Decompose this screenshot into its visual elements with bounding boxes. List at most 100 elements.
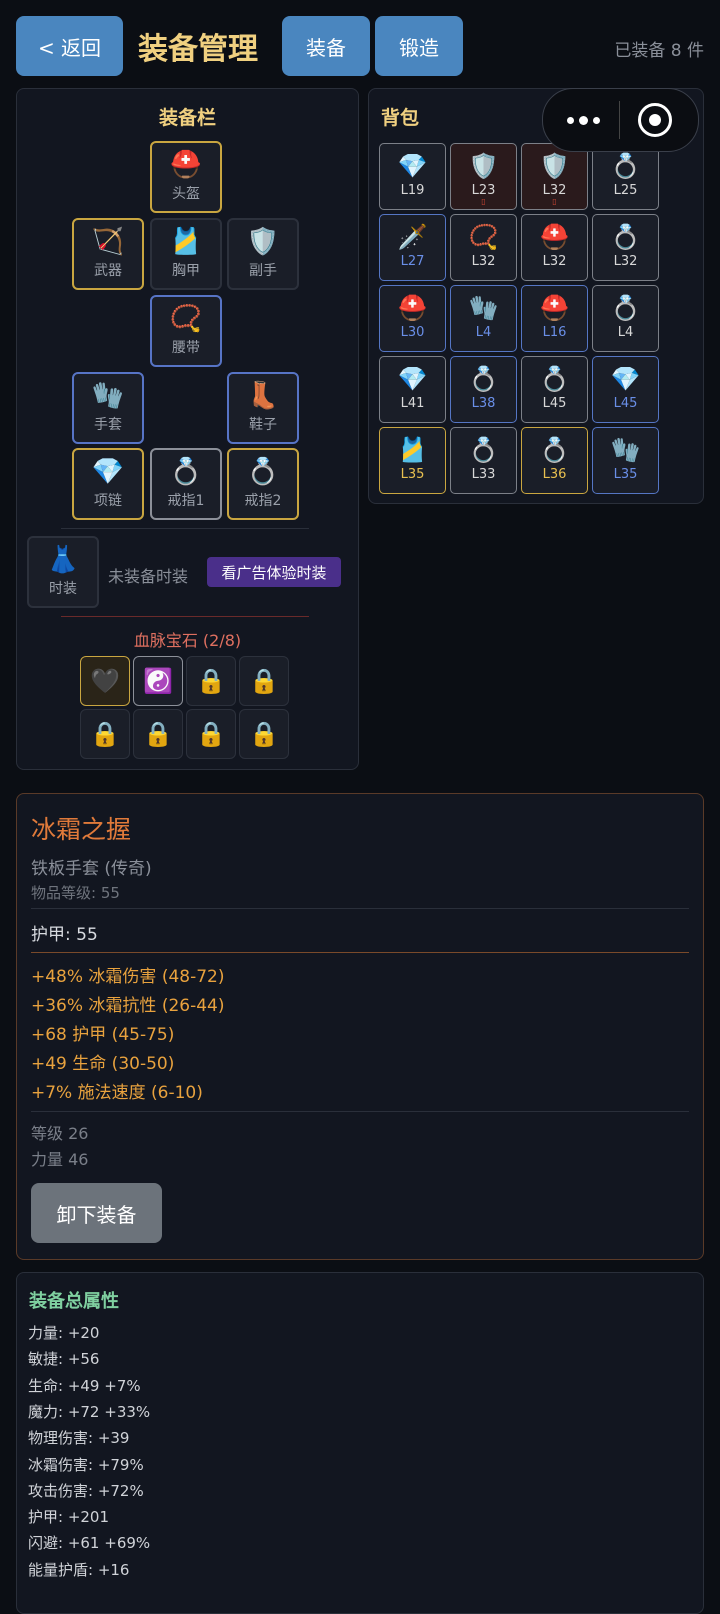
gem-slot-locked[interactable]: 🔒 [239, 709, 289, 759]
gem-slot[interactable]: ☯️ [133, 656, 183, 706]
gem-slot[interactable]: 🖤 [80, 656, 130, 706]
slot-boots[interactable]: 👢 鞋子 [227, 372, 299, 444]
slot-helmet[interactable]: ⛑️ 头盔 [150, 141, 222, 213]
bag-item[interactable]: ⛑️ L16 [521, 285, 588, 352]
equipment-panel: 装备栏 ⛑️ 头盔 🏹 武器 🎽 胸甲 🛡️ 副手 📿 腰带 🧤 手套 👢 鞋子 💎 项链 💍 戒… [16, 88, 359, 770]
helmet-icon: ⛑️ [539, 294, 570, 322]
unequip-button[interactable]: 卸下装备 [31, 1183, 162, 1243]
gloves-icon: 🧤 [468, 294, 499, 322]
slot-ring1[interactable]: 💍 戒指1 [150, 448, 222, 520]
shield-icon: 🛡️ [246, 227, 280, 257]
ring-icon: 💍 [169, 457, 203, 487]
gem-slot-locked[interactable]: 🔒 [239, 656, 289, 706]
bag-item[interactable]: 💎 L41 [379, 356, 446, 423]
bag-item[interactable]: 💍 L4 [592, 285, 659, 352]
bag-item[interactable]: 💎 L45 [592, 356, 659, 423]
total-stat-line: 闪避: +61 +69% [28, 1534, 151, 1553]
slot-chest[interactable]: 🎽 胸甲 [150, 218, 222, 290]
bag-item[interactable]: 💍 L25 [592, 143, 659, 210]
total-stat-line: 物理伤害: +39 [28, 1429, 130, 1448]
target-icon[interactable] [638, 103, 672, 137]
item-level-label: L45 [613, 396, 638, 411]
bag-item[interactable]: 💎 L19 [379, 143, 446, 210]
ring-icon: 💍 [539, 436, 570, 464]
affix-line: +7% 施法速度 (6-10) [31, 1083, 203, 1103]
item-level-label: L32 [471, 254, 496, 269]
bag-item[interactable]: 🎽 L35 [379, 427, 446, 494]
beads-icon: 📿 [169, 304, 203, 334]
equipped-count: 已装备 8 件 [614, 41, 704, 61]
helmet-icon: ⛑️ [397, 294, 428, 322]
bag-item[interactable]: 💍 L33 [450, 427, 517, 494]
item-name: 冰霜之握 [31, 815, 132, 844]
slot-weapon[interactable]: 🏹 武器 [72, 218, 144, 290]
bag-item[interactable]: 📿 L32 [450, 214, 517, 281]
total-stat-line: 魔力: +72 +33% [28, 1402, 151, 1421]
item-level-label: L30 [400, 325, 425, 340]
item-level-label: L4 [617, 325, 634, 340]
ring-icon: 💍 [610, 152, 641, 180]
item-level-label: L35 [613, 467, 638, 482]
tab-forge[interactable]: 锻造 [375, 16, 463, 76]
bag-item[interactable]: ⛑️ L32 [521, 214, 588, 281]
item-detail-panel: 冰霜之握 铁板手套 (传奇) 物品等级: 55 护甲: 55 +48% 冰霜伤害… [16, 793, 704, 1260]
slot-fashion[interactable]: 👗 时装 [27, 536, 99, 608]
more-dots-icon[interactable] [563, 105, 603, 135]
affix-line: +48% 冰霜伤害 (48-72) [31, 967, 225, 987]
bag-item[interactable]: 🧤 L35 [592, 427, 659, 494]
item-level-label: L25 [613, 183, 638, 198]
slot-label: 戒指2 [244, 493, 282, 509]
bloodline-gems-title: 血脉宝石 (2/8) [133, 631, 242, 650]
lock-icon: 🔒 [196, 720, 226, 748]
slot-label: 时装 [49, 581, 77, 597]
divider [61, 616, 309, 617]
gloves-icon: 🧤 [91, 381, 125, 411]
gem-slot-locked[interactable]: 🔒 [186, 709, 236, 759]
gem-icon: 💎 [397, 365, 428, 393]
slot-label: 头盔 [172, 186, 200, 202]
total-stat-line: 力量: +20 [28, 1324, 100, 1342]
ring-icon: 💍 [246, 457, 280, 487]
gem-slot-locked[interactable]: 🔒 [133, 709, 183, 759]
bag-item[interactable]: 🛡️ L32 ▯ [521, 143, 588, 210]
bag-item[interactable]: 💍 L32 [592, 214, 659, 281]
yin-yang-gem-icon: ☯️ [143, 667, 173, 695]
bag-item[interactable]: ⛑️ L30 [379, 285, 446, 352]
equipment-panel-title: 装备栏 [158, 107, 216, 129]
slot-necklace[interactable]: 💎 项链 [72, 448, 144, 520]
affix-line: +68 护甲 (45-75) [31, 1025, 175, 1045]
slot-gloves[interactable]: 🧤 手套 [72, 372, 144, 444]
slot-ring2[interactable]: 💍 戒指2 [227, 448, 299, 520]
bag-item[interactable]: 💍 L45 [521, 356, 588, 423]
item-level-label: L23 [471, 183, 496, 198]
slot-offhand[interactable]: 🛡️ 副手 [227, 218, 299, 290]
boot-icon: 👢 [246, 381, 280, 411]
bag-item[interactable]: 🛡️ L23 ▯ [450, 143, 517, 210]
slot-belt[interactable]: 📿 腰带 [150, 295, 222, 367]
bag-item[interactable]: 🧤 L4 [450, 285, 517, 352]
tab-equip[interactable]: 装备 [282, 16, 370, 76]
gem-slot-locked[interactable]: 🔒 [80, 709, 130, 759]
gem-slot-locked[interactable]: 🔒 [186, 656, 236, 706]
required-strength: 力量 46 [31, 1150, 89, 1169]
slot-label: 武器 [94, 263, 122, 279]
bag-item[interactable]: 💍 L36 [521, 427, 588, 494]
gem-icon: 💎 [610, 365, 641, 393]
divider [61, 528, 309, 529]
slot-label: 戒指1 [167, 493, 205, 509]
item-type: 铁板手套 (传奇) [31, 859, 152, 879]
item-level-label: L35 [400, 467, 425, 482]
bag-item[interactable]: 💍 L38 [450, 356, 517, 423]
watch-ad-button[interactable]: 看广告体验时装 [207, 557, 341, 587]
ring-icon: 💍 [539, 365, 570, 393]
bag-item[interactable]: 🗡️ L27 [379, 214, 446, 281]
lock-icon: 🔒 [90, 720, 120, 748]
item-level-label: L45 [542, 396, 567, 411]
item-level-label: L38 [471, 396, 496, 411]
item-level-label: L32 [542, 254, 567, 269]
item-level-label: L41 [400, 396, 425, 411]
slot-label: 胸甲 [172, 263, 200, 279]
back-button[interactable]: < 返回 [16, 16, 123, 76]
gloves-icon: 🧤 [610, 436, 641, 464]
chest-armor-icon: 🎽 [397, 436, 428, 464]
